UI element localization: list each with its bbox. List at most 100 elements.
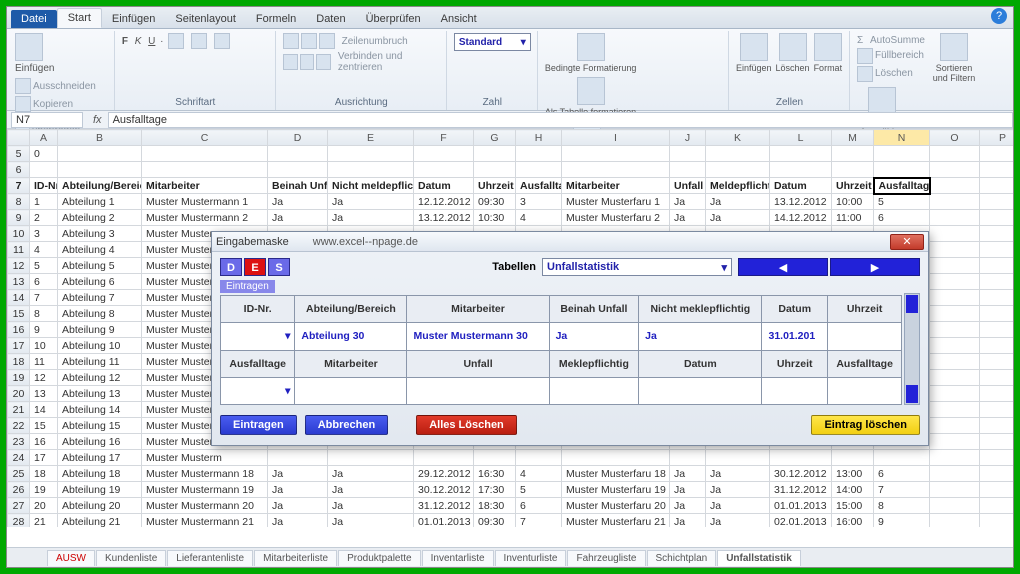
sort-filter-icon[interactable] — [940, 33, 968, 61]
row-header[interactable]: 24 — [8, 450, 30, 466]
table-format-icon[interactable] — [577, 77, 605, 105]
cell[interactable]: Mitarbeiter — [142, 178, 268, 194]
row-header[interactable]: 19 — [8, 370, 30, 386]
cell[interactable] — [328, 450, 414, 466]
cell[interactable] — [980, 322, 1014, 338]
form-input[interactable] — [827, 323, 901, 350]
sheet-tab[interactable]: Fahrzeugliste — [567, 550, 645, 566]
column-header[interactable]: I — [562, 130, 670, 146]
insert-cells-icon[interactable] — [740, 33, 768, 61]
cell[interactable] — [980, 274, 1014, 290]
cell[interactable]: Abteilung 2 — [58, 210, 142, 226]
cell[interactable]: Muster Mustermann 2 — [142, 210, 268, 226]
cell[interactable] — [930, 498, 980, 514]
cell[interactable]: Ja — [328, 194, 414, 210]
cell[interactable]: 9 — [874, 514, 930, 528]
column-header[interactable]: H — [516, 130, 562, 146]
cell[interactable]: Muster Mustermann 20 — [142, 498, 268, 514]
cell[interactable]: 11 — [30, 354, 58, 370]
cell[interactable]: Ja — [328, 498, 414, 514]
column-header[interactable]: E — [328, 130, 414, 146]
row-header[interactable]: 20 — [8, 386, 30, 402]
cell[interactable]: Ja — [670, 482, 706, 498]
column-header[interactable]: F — [414, 130, 474, 146]
cell[interactable]: Datum — [770, 178, 832, 194]
cell[interactable]: Abteilung 15 — [58, 418, 142, 434]
column-header[interactable]: K — [706, 130, 770, 146]
form-input[interactable]: ▾ — [221, 377, 295, 404]
cell[interactable] — [832, 162, 874, 178]
cell[interactable]: 11:00 — [832, 210, 874, 226]
cell[interactable] — [930, 514, 980, 528]
row-header[interactable]: 23 — [8, 434, 30, 450]
sheet-tab[interactable]: Mitarbeiterliste — [254, 550, 337, 566]
cell[interactable]: Abteilung 4 — [58, 242, 142, 258]
form-input[interactable] — [827, 377, 901, 404]
cell[interactable]: Muster Musterfaru 2 — [562, 210, 670, 226]
lang-s-button[interactable]: S — [268, 258, 290, 276]
file-tab[interactable]: Datei — [11, 10, 57, 28]
number-format-combo[interactable]: Standard▾ — [454, 33, 531, 51]
cell[interactable] — [980, 370, 1014, 386]
cell[interactable] — [980, 418, 1014, 434]
cell[interactable]: Ja — [328, 514, 414, 528]
cell[interactable] — [268, 450, 328, 466]
sheet-tab[interactable]: AUSW — [47, 550, 95, 566]
cell[interactable] — [930, 386, 980, 402]
cell[interactable] — [930, 402, 980, 418]
cell[interactable] — [980, 466, 1014, 482]
cell[interactable]: Ja — [706, 210, 770, 226]
cell[interactable] — [930, 242, 980, 258]
align-icon[interactable] — [283, 54, 298, 70]
cell[interactable]: Muster Musterfaru 19 — [562, 482, 670, 498]
cell[interactable] — [874, 450, 930, 466]
eintrag-loeschen-button[interactable]: Eintrag löschen — [811, 415, 920, 435]
cell[interactable]: Uhrzeit — [474, 178, 516, 194]
cell[interactable] — [770, 162, 832, 178]
cell[interactable]: 18:30 — [474, 498, 516, 514]
cell[interactable]: Muster Mustermann 21 — [142, 514, 268, 528]
row-header[interactable]: 7 — [8, 178, 30, 194]
cell[interactable] — [474, 450, 516, 466]
cell[interactable] — [930, 226, 980, 242]
sheet-tab[interactable]: Unfallstatistik — [717, 550, 801, 566]
cell[interactable] — [980, 146, 1014, 162]
cell[interactable]: 14:00 — [832, 482, 874, 498]
cell[interactable]: 6 — [874, 466, 930, 482]
column-header[interactable]: M — [832, 130, 874, 146]
cell[interactable] — [328, 146, 414, 162]
align-icon[interactable] — [319, 33, 335, 49]
align-icon[interactable] — [283, 33, 299, 49]
cell[interactable]: Ja — [328, 482, 414, 498]
paste-icon[interactable] — [15, 33, 43, 61]
cell[interactable]: Abteilung 21 — [58, 514, 142, 528]
cell[interactable]: 13 — [30, 386, 58, 402]
cell[interactable]: Ja — [670, 498, 706, 514]
cell[interactable]: Unfall — [670, 178, 706, 194]
cell[interactable] — [142, 162, 268, 178]
cell[interactable] — [980, 258, 1014, 274]
sheet-tab[interactable]: Produktpalette — [338, 550, 421, 566]
row-header[interactable]: 27 — [8, 498, 30, 514]
cell[interactable]: Abteilung 11 — [58, 354, 142, 370]
nav-next-button[interactable]: ▶ — [830, 258, 920, 276]
form-input[interactable] — [295, 377, 407, 404]
cell[interactable]: Ja — [670, 210, 706, 226]
cell[interactable]: 29.12.2012 — [414, 466, 474, 482]
cell[interactable]: Ja — [670, 194, 706, 210]
cell[interactable]: Abteilung 20 — [58, 498, 142, 514]
cell[interactable] — [980, 162, 1014, 178]
cell[interactable] — [414, 146, 474, 162]
cell[interactable] — [328, 162, 414, 178]
cell[interactable]: 7 — [30, 290, 58, 306]
cell[interactable]: Abteilung 8 — [58, 306, 142, 322]
cell[interactable] — [980, 450, 1014, 466]
cell[interactable]: 5 — [874, 194, 930, 210]
cell[interactable]: Abteilung 17 — [58, 450, 142, 466]
column-header[interactable]: C — [142, 130, 268, 146]
fill-icon[interactable] — [857, 48, 873, 64]
cell[interactable] — [980, 226, 1014, 242]
cell[interactable]: 09:30 — [474, 514, 516, 528]
cell[interactable] — [516, 146, 562, 162]
cell[interactable]: Abteilung 14 — [58, 402, 142, 418]
